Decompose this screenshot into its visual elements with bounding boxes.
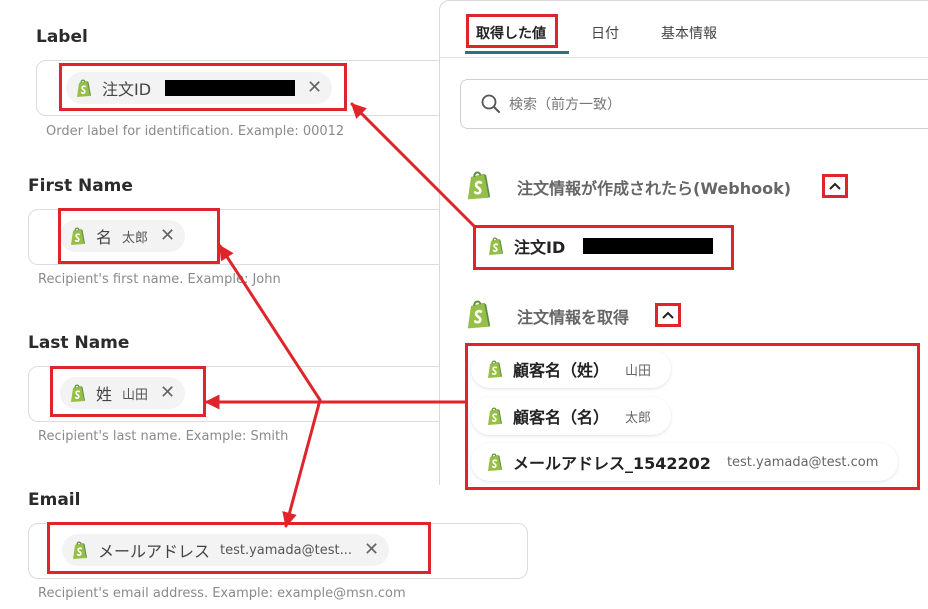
annotation-arrows: [204, 102, 476, 528]
